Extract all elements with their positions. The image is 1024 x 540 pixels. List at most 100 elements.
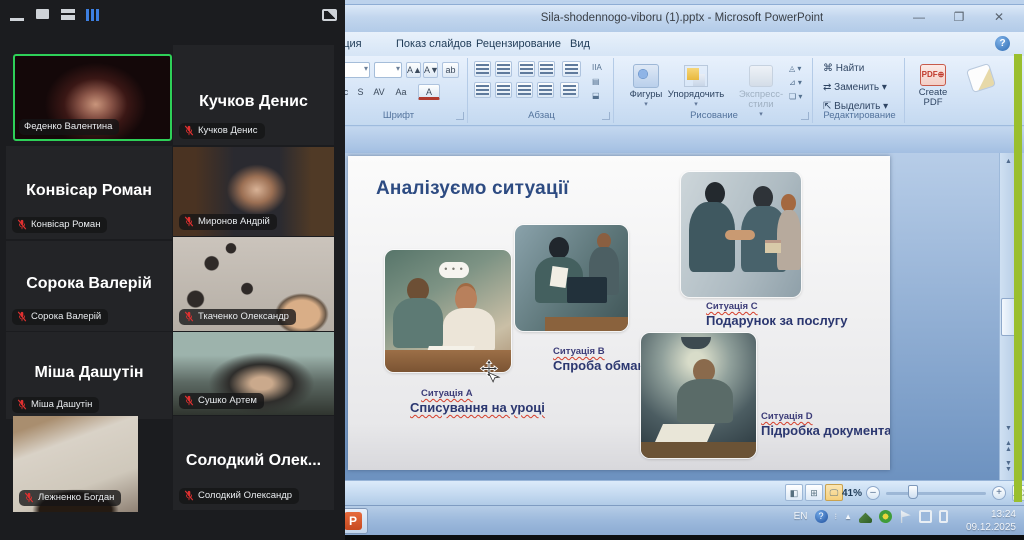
participant-tile-tkachenko[interactable]: Ткаченко Олександр bbox=[173, 237, 334, 331]
network-icon[interactable] bbox=[919, 510, 932, 523]
situation-a-caption: Списування на уроці bbox=[410, 400, 545, 415]
situation-d-caption: Підробка документа bbox=[761, 423, 890, 438]
justify-button[interactable] bbox=[537, 82, 554, 98]
smartart-convert-button[interactable]: ⬓ bbox=[589, 88, 611, 102]
line-spacing-button[interactable] bbox=[562, 61, 581, 77]
pdf-stamp-button[interactable] bbox=[961, 62, 1001, 124]
editing-group-label: Редактирование bbox=[815, 110, 904, 121]
bullets-button[interactable] bbox=[474, 61, 491, 77]
zoom-in-button[interactable]: + bbox=[992, 486, 1006, 500]
character-spacing-button[interactable]: AV bbox=[370, 84, 388, 100]
increase-indent-button[interactable] bbox=[538, 61, 555, 77]
show-hidden-icons[interactable]: ▲ bbox=[844, 512, 852, 521]
font-group-label: Шрифт bbox=[330, 110, 467, 121]
video-call-panel: Феденко Валентина Кучков Денис Кучков Де… bbox=[0, 0, 345, 540]
paragraph-mini-column: IIA ▤ ⬓ bbox=[589, 60, 611, 102]
numbering-button[interactable] bbox=[495, 61, 512, 77]
close-button[interactable]: ✕ bbox=[986, 11, 1012, 26]
find-button[interactable]: ⌘ Найти bbox=[823, 63, 864, 74]
align-center-button[interactable] bbox=[495, 82, 512, 98]
participant-nametag: Міша Дашутін bbox=[12, 397, 99, 413]
shape-effects-button[interactable]: ❏ ▾ bbox=[786, 89, 808, 103]
participant-tile-soroka[interactable]: Сорока Валерій Сорока Валерій bbox=[6, 241, 172, 331]
shape-fill-button[interactable]: ◬ ▾ bbox=[786, 61, 808, 75]
restore-button[interactable]: ❐ bbox=[946, 11, 972, 26]
drawing-group: Фигуры▾ Упорядочить▾ Экспресс-стили▾ ◬ ▾… bbox=[616, 58, 813, 123]
title-bar[interactable]: Sila-shodennogo-viboru (1).pptx - Micros… bbox=[330, 4, 1024, 32]
shape-outline-button[interactable]: ⊿ ▾ bbox=[786, 75, 808, 89]
zoom-slider-track[interactable] bbox=[886, 492, 986, 495]
ribbon-tab-row: Анимация Показ слайдов Рецензирование Ви… bbox=[330, 32, 1024, 56]
replace-button[interactable]: ⇄ Заменить ▾ bbox=[823, 82, 887, 93]
situation-b-caption: Спроба обману bbox=[553, 358, 653, 373]
help-tray-icon[interactable]: ? bbox=[815, 510, 828, 523]
text-direction-button[interactable]: IIA bbox=[589, 60, 611, 74]
mic-muted-icon bbox=[184, 216, 194, 227]
illustration-deception-attempt[interactable] bbox=[515, 225, 628, 331]
change-case-button[interactable]: Aa bbox=[392, 84, 410, 100]
participant-tile-sushko[interactable]: Сушко Артем bbox=[173, 332, 334, 415]
paragraph-dialog-launcher[interactable] bbox=[602, 112, 610, 120]
participant-tile-konvisar[interactable]: Конвісар Роман Конвісар Роман bbox=[6, 146, 172, 239]
grow-font-button[interactable]: A▲ bbox=[406, 62, 421, 78]
layout-icon[interactable] bbox=[322, 9, 337, 21]
slide-title: Аналізуємо ситуації bbox=[376, 178, 569, 200]
slide-canvas[interactable]: Аналізуємо ситуації • • • Ситуація А Спи… bbox=[348, 156, 890, 470]
tab-review[interactable]: Рецензирование bbox=[468, 35, 569, 55]
antivirus-tray-icon[interactable] bbox=[879, 510, 892, 523]
editing-group: ⌘ Найти ⇄ Заменить ▾ ⇱ Выделить ▾ Редакт… bbox=[815, 58, 905, 123]
shrink-font-button[interactable]: A▼ bbox=[423, 62, 438, 78]
action-center-flag-icon[interactable] bbox=[899, 510, 912, 523]
speaker-view-icon[interactable] bbox=[61, 9, 75, 20]
zoom-slider-knob[interactable] bbox=[908, 485, 918, 499]
participant-name: Сорока Валерій bbox=[31, 311, 101, 322]
tab-view[interactable]: Вид bbox=[562, 35, 598, 55]
align-left-button[interactable] bbox=[474, 82, 491, 98]
slide-sorter-button[interactable]: ⊞ bbox=[805, 484, 823, 501]
tray-mini-icon[interactable]: ⁝ bbox=[835, 512, 838, 521]
align-right-button[interactable] bbox=[516, 82, 533, 98]
taskbar-clock[interactable]: 13:24 09.12.2025 bbox=[966, 508, 1016, 534]
participant-nametag: Ткаченко Олександр bbox=[179, 309, 296, 325]
font-size-select[interactable] bbox=[374, 62, 402, 78]
language-indicator[interactable]: EN bbox=[794, 511, 808, 522]
font-dialog-launcher[interactable] bbox=[456, 112, 464, 120]
decrease-indent-button[interactable] bbox=[518, 61, 535, 77]
slideshow-button[interactable]: 🖵 bbox=[825, 484, 843, 501]
font-color-button[interactable]: A bbox=[418, 84, 440, 100]
drawing-dialog-launcher[interactable] bbox=[801, 112, 809, 120]
illustration-cheating-in-class[interactable]: • • • bbox=[385, 250, 511, 372]
minimize-button[interactable]: — bbox=[906, 11, 932, 26]
participant-name: Феденко Валентина bbox=[24, 121, 112, 132]
participant-tile-fedenko[interactable]: Феденко Валентина bbox=[13, 54, 172, 141]
illustration-document-forgery[interactable] bbox=[641, 333, 756, 458]
move-cursor bbox=[479, 359, 501, 385]
situation-b-label: Ситуація B bbox=[553, 346, 605, 357]
participant-name: Солодкий Олександр bbox=[198, 490, 292, 501]
participant-tile-lezhnenko[interactable]: Лежненко Богдан bbox=[13, 416, 138, 512]
columns-button[interactable] bbox=[560, 82, 579, 98]
align-text-button[interactable]: ▤ bbox=[589, 74, 611, 88]
participant-tile-myronov[interactable]: Миронов Андрій bbox=[173, 147, 334, 236]
zoom-level[interactable]: 41% bbox=[842, 488, 862, 499]
minimize-meeting-icon[interactable] bbox=[10, 9, 24, 21]
pdf-icon: PDF⊕ bbox=[920, 64, 946, 86]
help-icon[interactable]: ? bbox=[995, 36, 1010, 51]
zoom-out-button[interactable]: – bbox=[866, 486, 880, 500]
participant-name: Міша Дашутін bbox=[6, 364, 172, 382]
illustration-gift-for-favor[interactable] bbox=[681, 172, 801, 297]
power-icon[interactable] bbox=[939, 510, 948, 523]
clear-formatting-button[interactable]: ab bbox=[442, 62, 459, 78]
text-shadow-button[interactable]: S bbox=[354, 84, 367, 100]
gallery-view-icon[interactable] bbox=[86, 9, 99, 21]
participant-tile-kuchkov[interactable]: Кучков Денис Кучков Денис bbox=[173, 45, 334, 145]
font-group: A▲ A▼ ab abc S AV Aa A Шрифт bbox=[330, 58, 468, 123]
tray-app-icon[interactable] bbox=[859, 510, 872, 523]
create-pdf-button[interactable]: PDF⊕ CreatePDF bbox=[909, 62, 957, 124]
participant-tile-solodkyi[interactable]: Солодкий Олек... Солодкий Олександр bbox=[173, 416, 334, 510]
participant-tile-dashutin[interactable]: Міша Дашутін Міша Дашутін bbox=[6, 332, 172, 419]
normal-view-button[interactable]: ◧ bbox=[785, 484, 803, 501]
participant-nametag: Феденко Валентина bbox=[19, 119, 119, 135]
maximize-meeting-icon[interactable] bbox=[36, 9, 49, 19]
tab-slideshow[interactable]: Показ слайдов bbox=[388, 35, 480, 55]
